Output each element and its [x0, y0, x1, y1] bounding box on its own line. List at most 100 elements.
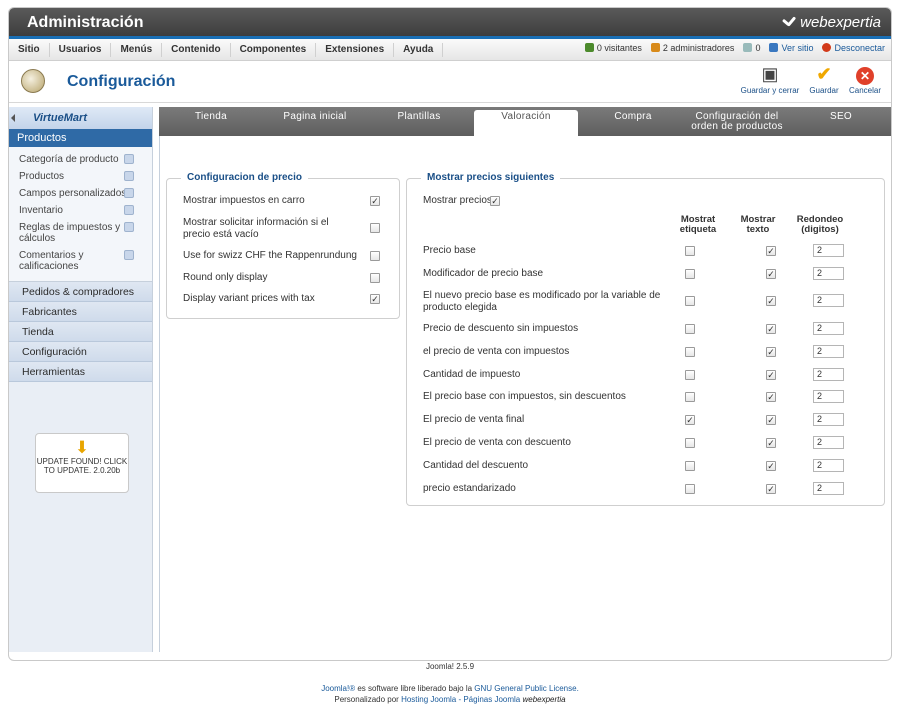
show-label-checkbox[interactable] — [685, 484, 695, 494]
config-tabs: Tienda Pagina inicial Plantillas Valorac… — [159, 107, 891, 136]
sidebar-section-fabricantes[interactable]: Fabricantes — [9, 302, 152, 322]
license-prefix: es software libre liberado bajo la — [355, 684, 475, 693]
save-close-button[interactable]: ▣ Guardar y cerrar — [738, 64, 802, 95]
sidebar-section-tienda[interactable]: Tienda — [9, 322, 152, 342]
admins-status[interactable]: 2 administradores — [650, 43, 734, 53]
customized-line: Personalizado por Hosting Joomla - Págin… — [334, 695, 566, 704]
tab-orden-productos[interactable]: Configuración del orden de productos — [685, 107, 789, 136]
menu-item-ayuda[interactable]: Ayuda — [394, 42, 444, 57]
show-text-checkbox[interactable] — [766, 415, 776, 425]
joomla-link[interactable]: Joomla!® — [321, 684, 355, 693]
rounding-input[interactable]: 2 — [813, 322, 844, 335]
sidebar-item-productos[interactable]: Productos — [9, 168, 152, 185]
menu-item-menus[interactable]: Menús — [111, 42, 163, 57]
price-row-label: El precio base con impuestos, sin descue… — [423, 391, 626, 402]
configuration-icon — [21, 69, 45, 93]
rounding-input[interactable]: 2 — [813, 413, 844, 426]
rounding-input[interactable]: 2 — [813, 459, 844, 472]
show-label-checkbox[interactable] — [685, 370, 695, 380]
save-button[interactable]: ✔ Guardar — [806, 64, 842, 95]
show-text-checkbox[interactable] — [766, 246, 776, 256]
show-label-checkbox[interactable] — [685, 269, 695, 279]
show-text-checkbox[interactable] — [766, 269, 776, 279]
menu-item-extensiones[interactable]: Extensiones — [316, 42, 395, 57]
sidebar: VirtueMart Productos Categoría de produc… — [9, 107, 153, 652]
sidebar-item-campos[interactable]: Campos personalizados — [9, 185, 152, 202]
show-label-checkbox[interactable] — [685, 296, 695, 306]
admin-window: Administración webexpertia Sitio Usuario… — [8, 7, 892, 661]
menu-item-sitio[interactable]: Sitio — [9, 42, 50, 57]
show-label-checkbox[interactable] — [685, 392, 695, 402]
footer-brand: webexpertia — [522, 695, 566, 704]
sidebar-section-pedidos[interactable]: Pedidos & compradores — [9, 282, 152, 302]
price-config-checkbox[interactable] — [370, 223, 380, 233]
tab-plantillas[interactable]: Plantillas — [367, 107, 471, 136]
show-text-checkbox[interactable] — [766, 461, 776, 471]
monitor-icon — [769, 43, 779, 52]
tab-pagina-inicial[interactable]: Pagina inicial — [263, 107, 367, 136]
brand-name: webexpertia — [800, 14, 881, 31]
price-config-checkbox[interactable] — [370, 196, 380, 206]
show-text-checkbox[interactable] — [766, 438, 776, 448]
menu-item-componentes[interactable]: Componentes — [231, 42, 317, 57]
price-config-checkbox[interactable] — [370, 273, 380, 283]
rounding-input[interactable]: 2 — [813, 244, 844, 257]
update-notice-button[interactable]: ⬇ UPDATE FOUND! CLICK TO UPDATE. 2.0.20b — [35, 433, 129, 493]
sidebar-section-configuracion[interactable]: Configuración — [9, 342, 152, 362]
show-prices-toggle-checkbox[interactable] — [490, 196, 500, 206]
messages-status[interactable]: 0 — [743, 43, 760, 53]
tab-compra[interactable]: Compra — [581, 107, 685, 136]
toolbar: Configuración ▣ Guardar y cerrar ✔ Guard… — [9, 61, 891, 103]
hosting-joomla-link[interactable]: Hosting Joomla - Páginas Joomla — [401, 695, 520, 704]
show-label-checkbox[interactable] — [685, 438, 695, 448]
price-row-label: Precio base — [423, 245, 476, 256]
show-label-checkbox[interactable] — [685, 246, 695, 256]
rounding-input[interactable]: 2 — [813, 345, 844, 358]
rounding-input[interactable]: 2 — [813, 436, 844, 449]
logout-link[interactable]: Desconectar — [822, 43, 885, 53]
price-row-label: el precio de venta con impuestos — [423, 346, 570, 357]
sidebar-section-productos[interactable]: Productos — [9, 129, 152, 147]
logout-icon — [822, 43, 832, 52]
price-config-checkbox[interactable] — [370, 294, 380, 304]
sidebar-item-categoria[interactable]: Categoría de producto — [9, 151, 152, 168]
sidebar-item-inventario[interactable]: Inventario — [9, 202, 152, 219]
sidebar-item-impuestos[interactable]: Reglas de impuestos y cálculos — [9, 219, 152, 247]
show-label-checkbox[interactable] — [685, 461, 695, 471]
mail-icon — [743, 43, 753, 52]
price-config-label: Display variant prices with tax — [183, 293, 315, 304]
view-site-link[interactable]: Ver sitio — [769, 43, 813, 53]
show-label-checkbox[interactable] — [685, 347, 695, 357]
rounding-input[interactable]: 2 — [813, 368, 844, 381]
calculator-icon — [124, 222, 134, 232]
tab-seo[interactable]: SEO — [789, 107, 891, 136]
price-row-label: El nuevo precio base es modificado por l… — [423, 290, 661, 313]
rounding-input[interactable]: 2 — [813, 482, 844, 495]
menubar: Sitio Usuarios Menús Contenido Component… — [9, 39, 891, 61]
show-label-checkbox[interactable] — [685, 415, 695, 425]
brand-logo: webexpertia — [782, 14, 881, 31]
tab-valoracion[interactable]: Valoración — [474, 110, 578, 136]
menu-item-usuarios[interactable]: Usuarios — [50, 42, 112, 57]
brand-check-icon — [782, 16, 796, 30]
sidebar-section-herramientas[interactable]: Herramientas — [9, 362, 152, 382]
show-text-checkbox[interactable] — [766, 392, 776, 402]
rounding-input[interactable]: 2 — [813, 390, 844, 403]
rounding-input[interactable]: 2 — [813, 267, 844, 280]
cancel-button[interactable]: ✕ Cancelar — [847, 64, 883, 95]
show-text-checkbox[interactable] — [766, 324, 776, 334]
custom-fields-icon — [124, 188, 134, 198]
gpl-link[interactable]: GNU General Public License. — [474, 684, 579, 693]
visitors-status[interactable]: 0 visitantes — [584, 43, 642, 53]
sidebar-item-comentarios[interactable]: Comentarios y calificaciones — [9, 247, 152, 275]
show-text-checkbox[interactable] — [766, 296, 776, 306]
price-config-checkbox[interactable] — [370, 251, 380, 261]
rounding-input[interactable]: 2 — [813, 294, 844, 307]
show-text-checkbox[interactable] — [766, 370, 776, 380]
show-label-checkbox[interactable] — [685, 324, 695, 334]
tab-tienda[interactable]: Tienda — [159, 107, 263, 136]
show-text-checkbox[interactable] — [766, 484, 776, 494]
show-text-checkbox[interactable] — [766, 347, 776, 357]
comment-icon — [124, 250, 134, 260]
menu-item-contenido[interactable]: Contenido — [162, 42, 231, 57]
